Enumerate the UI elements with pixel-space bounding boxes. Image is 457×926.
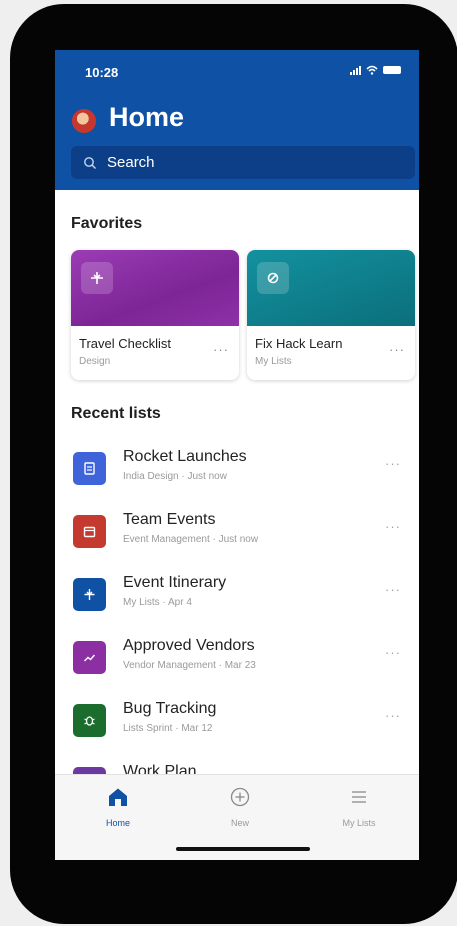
more-options-icon[interactable]: ··· xyxy=(213,342,229,357)
tab-my-lists[interactable]: My Lists xyxy=(319,787,399,828)
tab-label: Home xyxy=(105,818,130,828)
favorite-subtitle: Design xyxy=(79,356,111,367)
signal-icon xyxy=(350,65,361,75)
search-input[interactable]: Search xyxy=(71,146,415,179)
airplane-icon xyxy=(81,262,113,294)
avatar[interactable] xyxy=(71,108,97,134)
list-subtitle: Event Management · Just now xyxy=(123,534,259,545)
list-subtitle: My Lists · Apr 4 xyxy=(123,597,192,608)
search-icon xyxy=(84,156,96,169)
list-item[interactable]: Rocket Launches India Design · Just now … xyxy=(55,440,419,503)
plus-circle-icon xyxy=(230,787,250,807)
phone-frame: 10:28 Home Search Favorites Travel Check… xyxy=(10,4,457,924)
more-options-icon[interactable]: ··· xyxy=(385,645,401,660)
favorite-name: Travel Checklist xyxy=(79,336,171,351)
favorite-name: Fix Hack Learn xyxy=(255,336,343,351)
list-name: Approved Vendors xyxy=(123,637,255,654)
tab-new[interactable]: New xyxy=(200,787,280,828)
favorite-banner xyxy=(71,250,239,326)
home-icon xyxy=(109,788,127,806)
list-item[interactable]: Team Events Event Management · Just now … xyxy=(55,503,419,566)
more-options-icon[interactable]: ··· xyxy=(385,456,401,471)
calendar-icon xyxy=(73,515,106,548)
list-item[interactable]: Bug Tracking Lists Sprint · Mar 12 ··· xyxy=(55,692,419,755)
lines-icon xyxy=(352,791,366,803)
header: 10:28 Home Search xyxy=(55,50,419,190)
wifi-icon xyxy=(366,65,378,75)
search-placeholder: Search xyxy=(107,154,155,171)
more-options-icon[interactable]: ··· xyxy=(385,708,401,723)
battery-icon xyxy=(383,66,401,74)
list-subtitle: Lists Sprint · Mar 12 xyxy=(123,723,213,734)
favorite-banner xyxy=(247,250,415,326)
list-icon xyxy=(73,452,106,485)
bug-icon xyxy=(73,704,106,737)
trend-icon xyxy=(73,641,106,674)
more-options-icon[interactable]: ··· xyxy=(385,519,401,534)
list-name: Team Events xyxy=(123,511,216,528)
airplane-icon xyxy=(73,578,106,611)
tab-label: My Lists xyxy=(342,818,376,828)
list-name: Bug Tracking xyxy=(123,700,217,717)
app-screen: 10:28 Home Search Favorites Travel Check… xyxy=(55,50,419,860)
tab-label: New xyxy=(230,818,249,828)
favorite-subtitle: My Lists xyxy=(255,356,292,367)
list-item[interactable]: Approved Vendors Vendor Management · Mar… xyxy=(55,629,419,692)
more-options-icon[interactable]: ··· xyxy=(385,582,401,597)
tab-home[interactable]: Home xyxy=(78,787,158,828)
list-subtitle: Vendor Management · Mar 23 xyxy=(123,660,256,671)
list-item[interactable]: Event Itinerary My Lists · Apr 4 ··· xyxy=(55,566,419,629)
list-subtitle: India Design · Just now xyxy=(123,471,227,482)
favorite-card[interactable]: Travel Checklist Design ··· xyxy=(71,250,239,380)
status-time: 10:28 xyxy=(85,65,119,80)
tab-bar: Home New My Lists xyxy=(55,774,419,860)
list-name: Event Itinerary xyxy=(123,574,227,591)
page-title: Home xyxy=(109,102,185,132)
more-options-icon[interactable]: ··· xyxy=(389,342,405,357)
home-indicator xyxy=(176,847,310,851)
status-icons xyxy=(350,65,401,75)
wrench-icon xyxy=(257,262,289,294)
favorite-card[interactable]: Fix Hack Learn My Lists ··· xyxy=(247,250,415,380)
recent-lists-title: Recent lists xyxy=(71,405,161,422)
favorites-title: Favorites xyxy=(71,215,143,232)
list-name: Rocket Launches xyxy=(123,448,247,465)
